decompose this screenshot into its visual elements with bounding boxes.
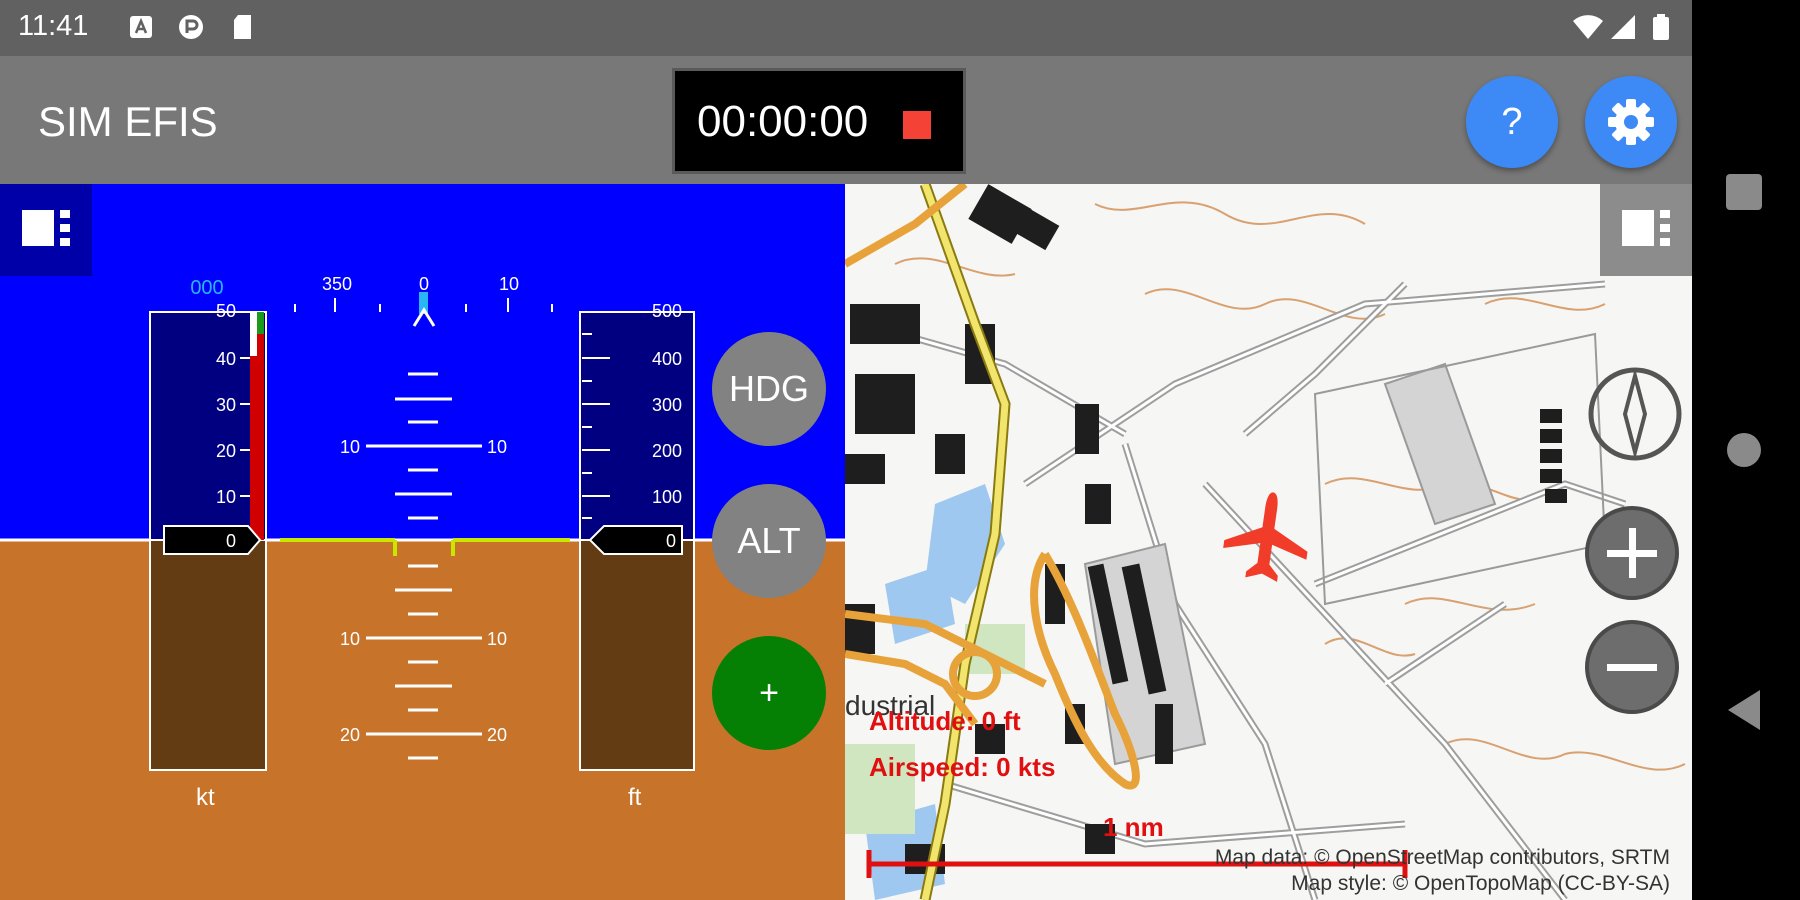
speed-value: 0 — [226, 531, 236, 551]
speed-unit: kt — [196, 784, 215, 811]
status-bar: 11:41 — [0, 0, 1692, 56]
screen: 11:41 SIM EFIS 00:00:00 ? 350 0 10 000 1… — [0, 0, 1800, 900]
speed-tick-20: 20 — [216, 441, 236, 461]
app-bar: SIM EFIS 00:00:00 ? — [0, 56, 1692, 184]
airport-apron — [1083, 332, 1607, 766]
altitude-value: 0 — [666, 531, 676, 551]
speed-tape: 50 40 30 20 10 0 — [149, 301, 267, 771]
help-button[interactable]: ? — [1466, 76, 1558, 168]
heading-tick-10: 10 — [499, 274, 519, 294]
recents-button[interactable] — [1724, 172, 1764, 212]
hdg-button-label: HDG — [729, 368, 809, 409]
map-attribution-data: Map data: © OpenStreetMap contributors, … — [1214, 846, 1670, 869]
flight-timer[interactable]: 00:00:00 — [672, 68, 966, 174]
zoom-out-button[interactable] — [1585, 620, 1679, 714]
panel-toggle-icon — [1622, 210, 1670, 246]
zoom-in-button[interactable] — [1585, 506, 1679, 600]
heading-tick-350: 350 — [322, 274, 352, 294]
compass-icon[interactable] — [1585, 364, 1685, 464]
altitude-tick-100: 100 — [652, 487, 682, 507]
timer-text: 00:00:00 — [697, 97, 869, 146]
panel-toggle-icon — [22, 210, 70, 246]
map-panel-toggle[interactable] — [1600, 184, 1692, 276]
topo-map — [845, 184, 1686, 900]
speed-tick-50: 50 — [216, 301, 236, 321]
heading-tick-0: 0 — [419, 274, 429, 294]
pitch-label-minus20-left: 20 — [340, 725, 360, 745]
speed-readout-box — [163, 525, 262, 555]
altitude-tick-300: 300 — [652, 395, 682, 415]
pitch-label-10-left: 10 — [340, 437, 360, 457]
stop-icon[interactable] — [903, 111, 931, 139]
minus-icon — [1607, 664, 1657, 671]
navigation-bar — [1692, 0, 1800, 900]
settings-button[interactable] — [1585, 76, 1677, 168]
altitude-tape: 500 400 300 200 100 0 — [579, 301, 695, 771]
efis-panel-toggle[interactable] — [0, 184, 92, 276]
pitch-label-minus10-left: 10 — [340, 629, 360, 649]
back-button[interactable] — [1724, 688, 1764, 732]
speed-tick-30: 30 — [216, 395, 236, 415]
sd-card-icon — [234, 15, 251, 39]
speed-tick-40: 40 — [216, 349, 236, 369]
altitude-tick-500: 500 — [652, 301, 682, 321]
app-title: SIM EFIS — [38, 98, 218, 145]
altitude-tick-400: 400 — [652, 349, 682, 369]
help-label: ? — [1501, 101, 1523, 143]
efis-panel: 350 0 10 000 10 10 10 10 20 20 50 40 30 … — [0, 184, 845, 900]
status-time: 11:41 — [18, 10, 89, 42]
gear-icon — [1608, 99, 1654, 145]
altitude-tick-200: 200 — [652, 441, 682, 461]
sync-icon — [179, 15, 203, 39]
add-button-label: + — [759, 674, 779, 712]
map-view[interactable]: dustrial Altitude: 0 ft Airspeed: 0 kts … — [845, 184, 1692, 900]
hdg-button[interactable]: HDG — [712, 332, 826, 446]
aircraft-icon — [1223, 492, 1308, 582]
altitude-readout: Altitude: 0 ft — [869, 706, 1021, 736]
pitch-label-10-right: 10 — [487, 437, 507, 457]
alt-button[interactable]: ALT — [712, 484, 826, 598]
battery-icon — [1653, 14, 1669, 40]
pitch-label-minus20-right: 20 — [487, 725, 507, 745]
altitude-unit: ft — [628, 784, 642, 811]
plus-icon — [1607, 528, 1657, 578]
wifi-icon — [1573, 15, 1603, 39]
alt-button-label: ALT — [737, 520, 801, 561]
heading-readout: 000 — [190, 277, 223, 299]
pitch-label-minus10-right: 10 — [487, 629, 507, 649]
home-button[interactable] — [1724, 430, 1764, 470]
signal-icon — [1611, 15, 1635, 39]
notification-a-icon — [130, 16, 152, 38]
map-attribution-style: Map style: © OpenTopoMap (CC-BY-SA) — [1291, 872, 1670, 895]
airspeed-readout: Airspeed: 0 kts — [869, 752, 1056, 782]
speed-tick-10: 10 — [216, 487, 236, 507]
add-button[interactable]: + — [712, 636, 826, 750]
scale-label: 1 nm — [1103, 812, 1164, 842]
